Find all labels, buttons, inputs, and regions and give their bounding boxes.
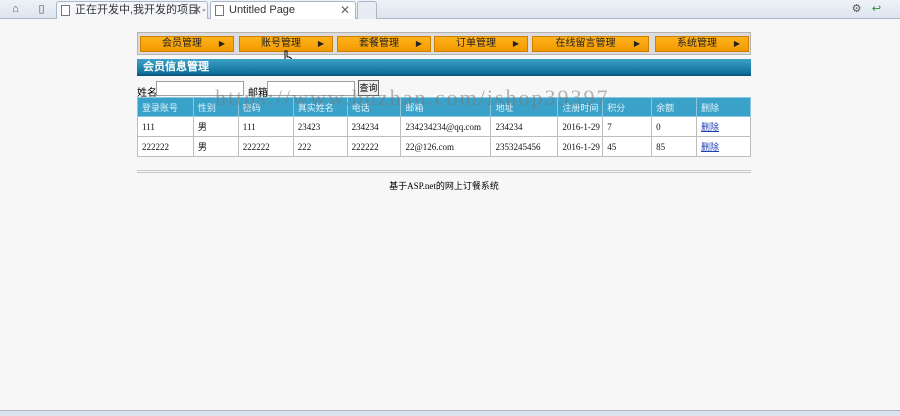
column-header[interactable]: 删除 xyxy=(696,97,751,117)
home-icon[interactable]: ⌂ xyxy=(9,3,22,16)
page-icon xyxy=(61,5,70,16)
tools-icon[interactable]: ⚙ xyxy=(850,3,863,16)
menu-item-label: 套餐管理 xyxy=(359,38,399,49)
table-cell: 111 xyxy=(237,116,294,137)
table-cell: 男 xyxy=(192,116,239,137)
tab-dev-project[interactable]: 正在开发中,我开发的项目 - 在 ✕ xyxy=(56,1,208,19)
page-menu-icon[interactable]: ▯ xyxy=(35,3,48,16)
back-arrow-icon[interactable]: ↩ xyxy=(870,3,883,16)
table-cell: 111 xyxy=(137,116,194,137)
tab-label: Untitled Page xyxy=(229,4,296,16)
table-cell: 222222 xyxy=(137,136,194,157)
table-cell: 删除 xyxy=(696,136,751,157)
panel-title: 会员信息管理 xyxy=(137,59,751,76)
triangle-right-icon: ▶ xyxy=(733,39,740,48)
table-cell: 23423 xyxy=(292,116,348,137)
table-cell: 7 xyxy=(602,116,653,137)
menu-item-system[interactable]: 系统管理 ▶ xyxy=(655,36,749,52)
menu-item-label: 系统管理 xyxy=(677,38,717,49)
table-cell: 删除 xyxy=(696,116,751,137)
table-cell: 2016-1-29 xyxy=(557,116,604,137)
column-header[interactable]: 密码 xyxy=(237,97,294,117)
table-cell: 男 xyxy=(192,136,239,157)
table-cell: 234234234@qq.com xyxy=(400,116,492,137)
table-cell: 85 xyxy=(651,136,698,157)
table-cell: 22@126.com xyxy=(400,136,492,157)
table-cell: 0 xyxy=(651,116,698,137)
menu-item-orders[interactable]: 订单管理 ▶ xyxy=(434,36,528,52)
triangle-right-icon: ▶ xyxy=(317,39,324,48)
close-icon[interactable]: ✕ xyxy=(192,2,202,19)
column-header[interactable]: 电话 xyxy=(346,97,402,117)
column-header[interactable]: 登录账号 xyxy=(137,97,194,117)
triangle-right-icon: ▶ xyxy=(633,39,640,48)
triangle-right-icon: ▶ xyxy=(512,39,519,48)
email-input[interactable] xyxy=(267,81,355,96)
menu-item-members[interactable]: 会员管理 ▶ xyxy=(140,36,234,52)
column-header[interactable]: 地址 xyxy=(490,97,559,117)
column-header[interactable]: 注册时间 xyxy=(557,97,604,117)
divider xyxy=(137,170,751,173)
menu-item-messages[interactable]: 在线留言管理 ▶ xyxy=(532,36,649,52)
delete-link[interactable]: 删除 xyxy=(701,142,719,152)
table-row: 222222 男 222222 222 222222 22@126.com 23… xyxy=(137,136,751,157)
tab-label: 正在开发中,我开发的项目 - 在 xyxy=(75,4,208,16)
menu-item-label: 订单管理 xyxy=(456,38,496,49)
column-header[interactable]: 真实姓名 xyxy=(292,97,348,117)
column-header[interactable]: 积分 xyxy=(602,97,653,117)
page-icon xyxy=(215,5,224,16)
table-cell: 234234 xyxy=(346,116,402,137)
status-bar xyxy=(0,410,900,416)
search-bar: 姓名: 邮箱: 查询 xyxy=(137,80,751,99)
triangle-right-icon: ▶ xyxy=(415,39,422,48)
footer-text: 基于ASP.net的网上订餐系统 xyxy=(389,181,499,191)
browser-tab-bar: ⌂ ▯ 正在开发中,我开发的项目 - 在 ✕ Untitled Page ✕ ⚙… xyxy=(0,0,900,19)
tab-untitled-page[interactable]: Untitled Page ✕ xyxy=(210,1,356,19)
menu-item-label: 在线留言管理 xyxy=(555,38,616,49)
table-cell: 2016-1-29 xyxy=(557,136,604,157)
members-table: 登录账号 性别 密码 真实姓名 电话 邮箱 地址 注册时间 积分 余额 删除 1… xyxy=(137,97,751,157)
table-header-row: 登录账号 性别 密码 真实姓名 电话 邮箱 地址 注册时间 积分 余额 删除 xyxy=(137,97,751,117)
table-cell: 222 xyxy=(292,136,348,157)
name-input[interactable] xyxy=(156,81,244,96)
main-menu: 会员管理 ▶ 账号管理 ▶ 套餐管理 ▶ 订单管理 ▶ 在线留言管理 ▶ 系统管… xyxy=(137,32,751,55)
new-tab-button[interactable] xyxy=(357,1,377,19)
table-cell: 2353245456 xyxy=(490,136,559,157)
menu-item-label: 会员管理 xyxy=(162,38,202,49)
table-cell: 234234 xyxy=(490,116,559,137)
close-icon[interactable]: ✕ xyxy=(340,2,350,19)
menu-item-label: 账号管理 xyxy=(261,38,301,49)
table-cell: 45 xyxy=(602,136,653,157)
table-row: 111 男 111 23423 234234 234234234@qq.com … xyxy=(137,116,751,137)
search-button[interactable]: 查询 xyxy=(358,80,379,96)
table-cell: 222222 xyxy=(237,136,294,157)
delete-link[interactable]: 删除 xyxy=(701,122,719,132)
menu-item-packages[interactable]: 套餐管理 ▶ xyxy=(337,36,431,52)
column-header[interactable]: 性别 xyxy=(192,97,239,117)
column-header[interactable]: 余额 xyxy=(651,97,698,117)
column-header[interactable]: 邮箱 xyxy=(400,97,492,117)
triangle-right-icon: ▶ xyxy=(218,39,225,48)
table-cell: 222222 xyxy=(346,136,402,157)
